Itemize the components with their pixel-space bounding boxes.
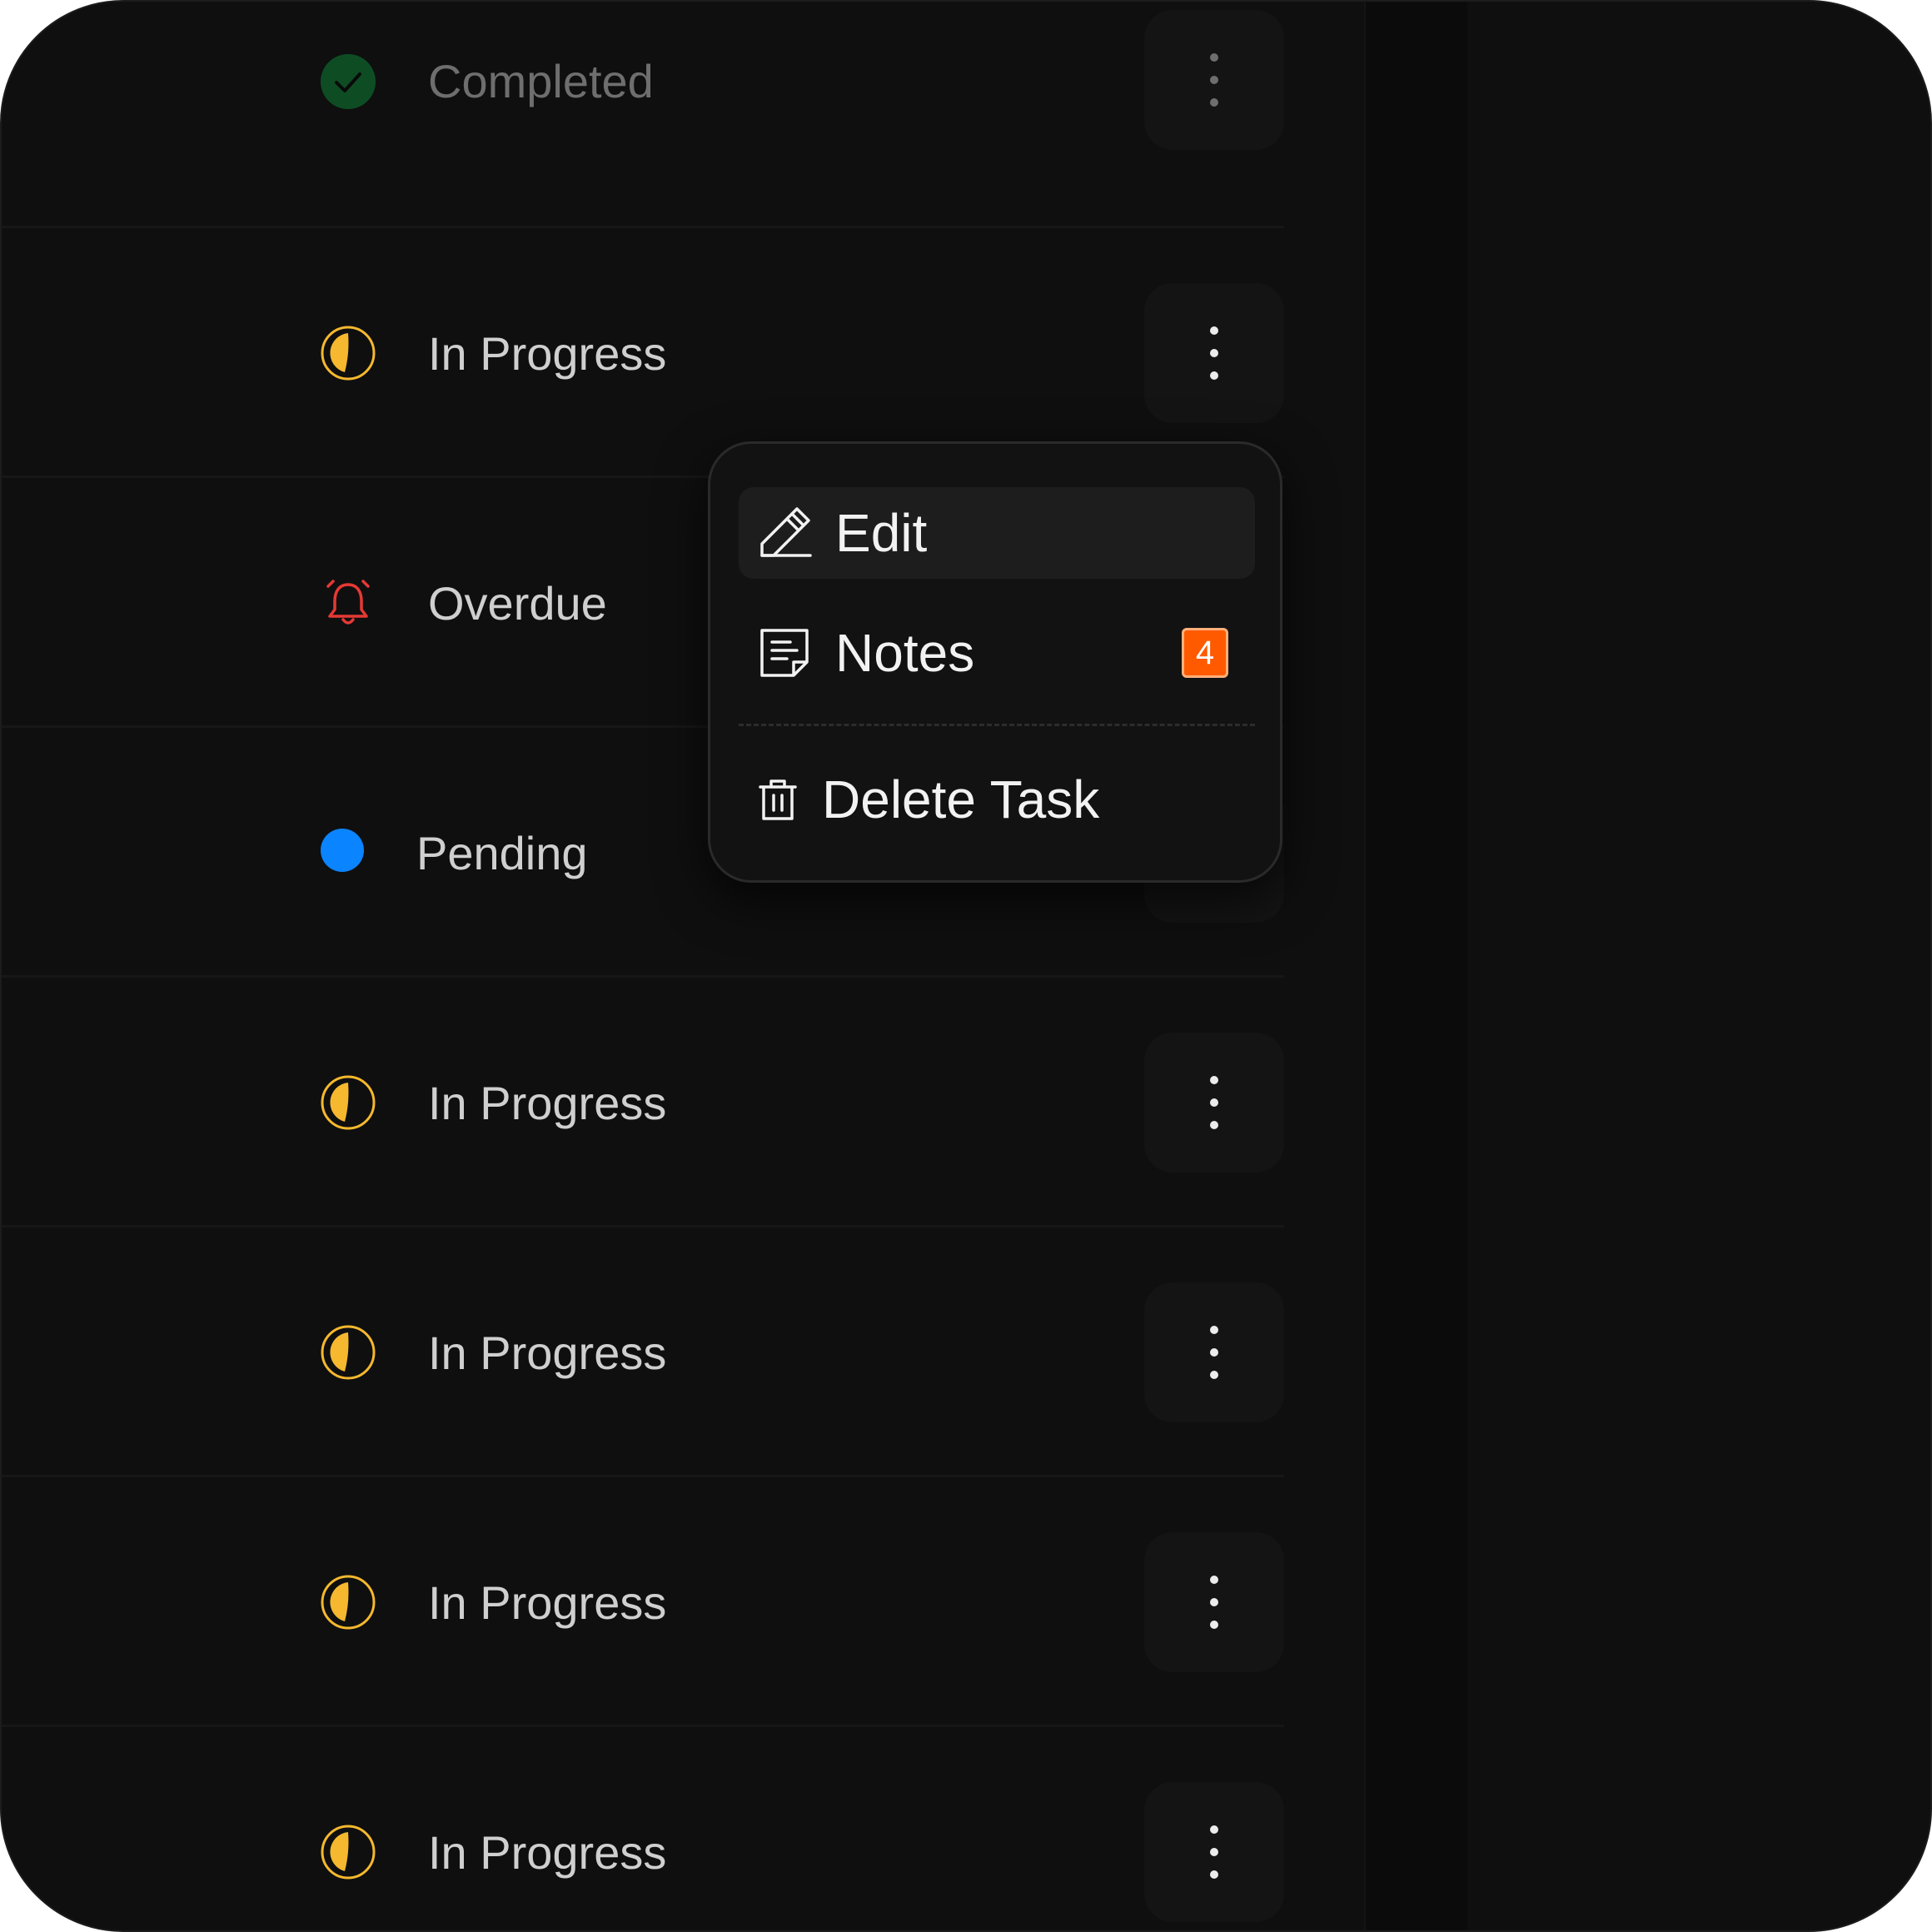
list-item[interactable]: In Progress — [2, 1727, 1284, 1930]
half-circle-icon — [320, 1824, 376, 1880]
half-circle-icon — [320, 325, 376, 381]
list-item[interactable]: Completed — [2, 2, 1284, 228]
menu-item-delete-task[interactable]: Delete Task — [739, 754, 1255, 845]
panel-divider — [1364, 2, 1366, 1930]
kebab-icon — [1210, 1825, 1218, 1879]
more-options-button[interactable] — [1144, 1282, 1284, 1422]
half-circle-icon — [320, 1324, 376, 1381]
more-options-button[interactable] — [1144, 1033, 1284, 1173]
status-label: Overdue — [428, 577, 607, 630]
kebab-icon — [1210, 1076, 1218, 1129]
kebab-icon — [1210, 326, 1218, 380]
half-circle-icon — [320, 1074, 376, 1131]
list-item[interactable]: In Progress — [2, 1477, 1284, 1727]
status-label: Pending — [416, 827, 588, 879]
menu-item-edit[interactable]: Edit — [739, 487, 1255, 579]
menu-item-notes[interactable]: Notes 4 — [739, 607, 1255, 699]
more-options-button[interactable] — [1144, 10, 1284, 150]
pencil-icon — [757, 505, 812, 560]
kebab-icon — [1210, 1326, 1218, 1379]
status-label: In Progress — [428, 327, 667, 380]
more-options-button[interactable] — [1144, 283, 1284, 423]
blue-dot-icon — [320, 828, 365, 873]
status-label: In Progress — [428, 1327, 667, 1379]
check-circle-icon — [320, 53, 376, 110]
right-panel — [1364, 2, 1467, 1930]
menu-item-label: Edit — [835, 503, 928, 563]
half-circle-icon — [320, 1574, 376, 1631]
notes-count-badge: 4 — [1182, 628, 1228, 678]
menu-item-label: Delete Task — [822, 769, 1100, 829]
kebab-icon — [1210, 53, 1218, 107]
status-label: Completed — [428, 55, 654, 107]
alarm-bell-icon — [320, 575, 376, 631]
menu-divider — [739, 724, 1255, 726]
status-label: In Progress — [428, 1576, 667, 1629]
status-label: In Progress — [428, 1826, 667, 1879]
kebab-icon — [1210, 1576, 1218, 1629]
more-options-button[interactable] — [1144, 1532, 1284, 1672]
list-item[interactable]: In Progress — [2, 978, 1284, 1227]
status-label: In Progress — [428, 1077, 667, 1129]
trash-icon — [755, 777, 800, 822]
menu-item-label: Notes — [835, 623, 975, 683]
note-icon — [757, 625, 812, 680]
more-options-button[interactable] — [1144, 1782, 1284, 1922]
list-item[interactable]: In Progress — [2, 1227, 1284, 1477]
context-menu: Edit Notes 4 Delete Task — [708, 441, 1282, 883]
app-frame: Completed In Progress Overdue Pending In… — [0, 0, 1932, 1932]
list-item[interactable]: In Progress — [2, 228, 1284, 478]
